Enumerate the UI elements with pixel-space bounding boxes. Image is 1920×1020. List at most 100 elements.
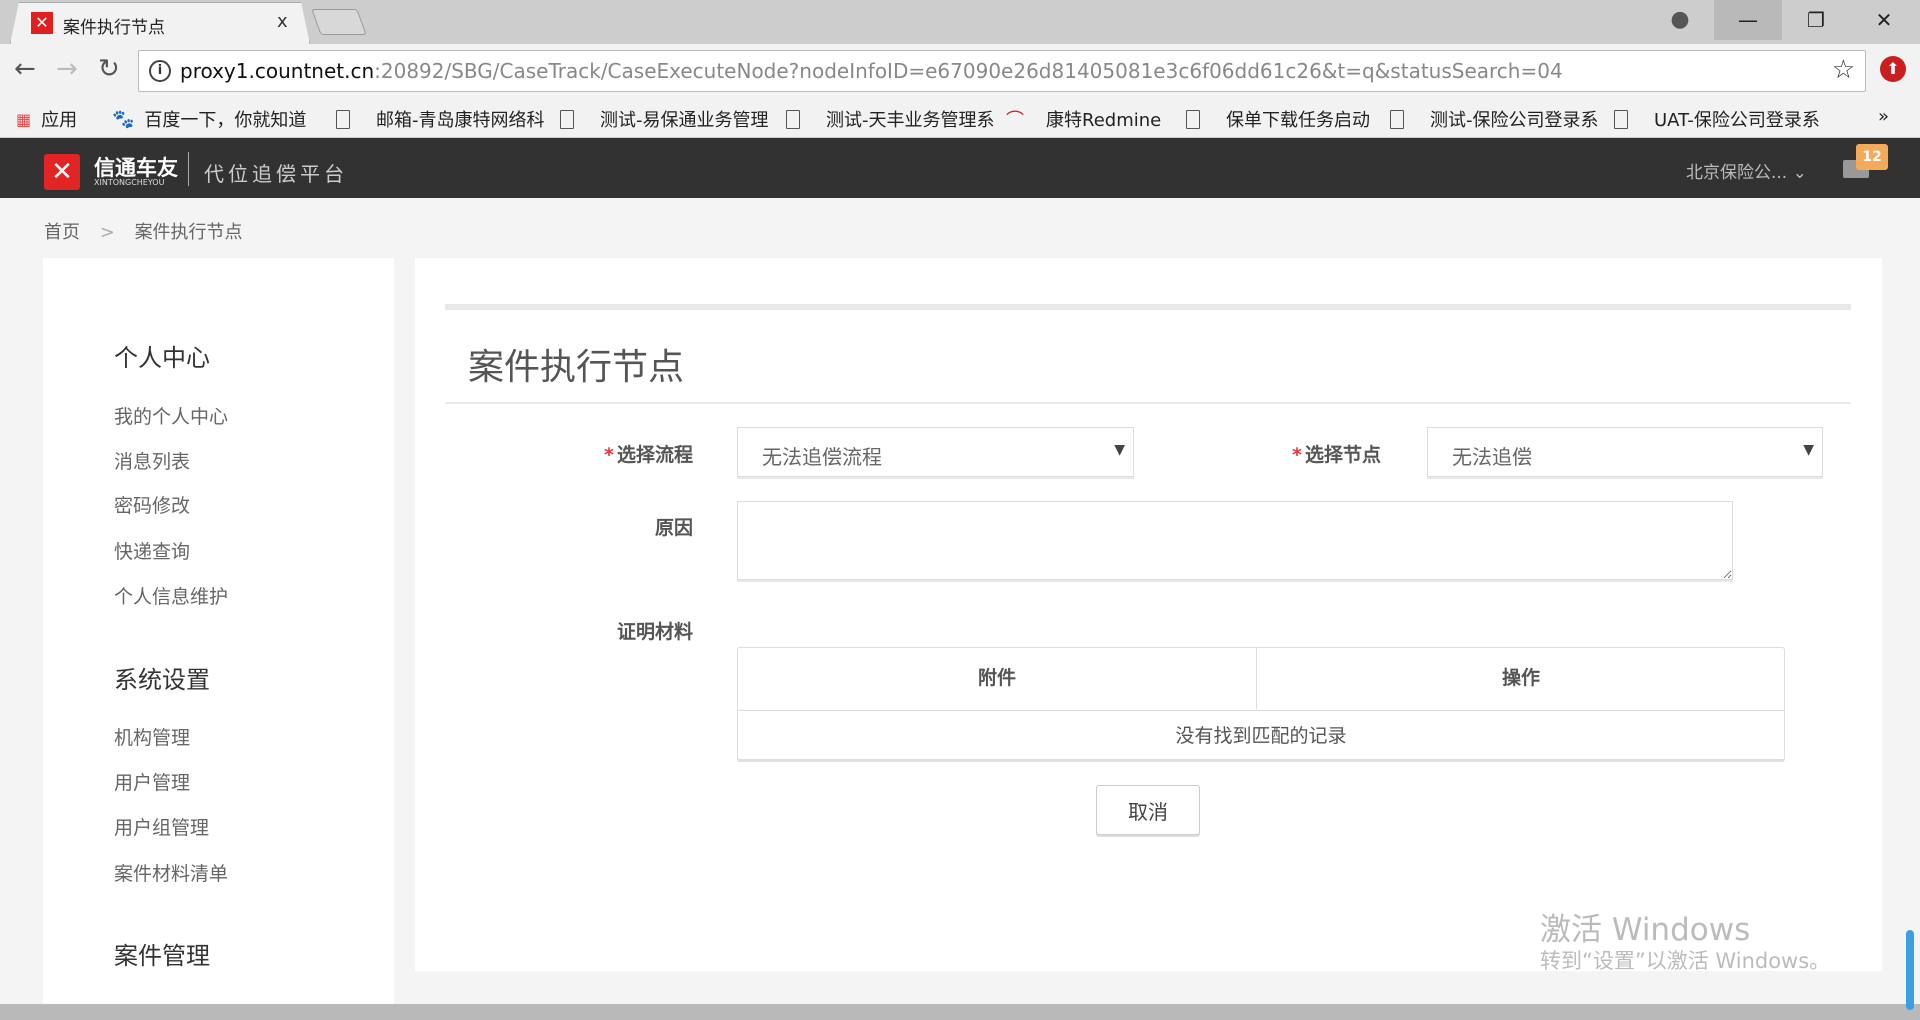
reason-label: 原因 [654,517,693,539]
top-divider [445,304,1851,310]
url-host: proxy1.countnet.cn [180,59,375,83]
column-header-action: 操作 [1501,667,1540,689]
org-dropdown[interactable]: 北京保险公... ⌄ [1686,158,1807,183]
bookmarks-bar: ▦ 应用 🐾 百度一下，你就知道 邮箱-青岛康特网络科 测试-易保通业务管理 测试-… [0,96,1920,138]
sidebar-item-materials[interactable]: 案件材料清单 [114,859,228,886]
url-path: :20892/SBG/CaseTrack/CaseExecuteNode?nod… [374,59,1563,83]
empty-table-message: 没有找到匹配的记录 [738,710,1784,760]
dropdown-arrow-icon: ▼ [1114,442,1125,458]
bookmark-item[interactable]: UAT-保险公司登录系 [1614,106,1820,132]
sidebar-item-express[interactable]: 快递查询 [114,537,190,564]
node-select[interactable]: 无法追偿 ▼ [1427,427,1823,477]
bookmark-item[interactable]: 测试-天丰业务管理系 [786,106,995,132]
vertical-scrollbar-thumb[interactable] [1906,930,1914,1010]
back-icon[interactable]: ← [14,54,36,84]
bookmark-label: 邮箱-青岛康特网络科 [376,110,545,131]
sidebar-item-messages[interactable]: 消息列表 [114,447,190,474]
reload-icon[interactable]: ↻ [98,54,120,84]
bookmark-item[interactable]: 🐾 百度一下，你就知道 [112,106,306,132]
horizontal-scrollbar[interactable] [0,1004,1920,1020]
bookmark-item[interactable]: 保单下载任务启动 [1186,106,1370,132]
browser-tab-bar: ✕ 案件执行节点 x ● — ❐ ✕ [0,0,1920,44]
bookmark-apps[interactable]: ▦ 应用 [16,106,77,132]
breadcrumb-current: 案件执行节点 [134,222,243,243]
page-icon [1614,109,1628,129]
mail-count-badge: 12 [1856,144,1888,170]
browser-toolbar: ← → ↻ i proxy1.countnet.cn:20892/SBG/Cas… [0,44,1920,96]
browser-tab[interactable]: ✕ 案件执行节点 x [10,2,310,44]
proof-table: 附件 操作 没有找到匹配的记录 [737,647,1785,760]
page-icon [1186,109,1200,129]
breadcrumb-separator: > [99,222,115,243]
bookmark-item[interactable]: 测试-易保通业务管理 [560,106,769,132]
breadcrumb-home[interactable]: 首页 [44,222,80,243]
info-icon[interactable]: i [149,60,171,82]
bookmark-label: 保单下载任务启动 [1226,110,1370,131]
minimize-button[interactable]: — [1714,0,1782,40]
page-icon [786,109,800,129]
title-divider [445,402,1851,404]
flow-label: * 选择流程 [493,440,693,467]
reason-textarea[interactable] [737,501,1733,580]
bookmark-label: UAT-保险公司登录系 [1654,110,1820,131]
required-mark: * [1292,444,1302,466]
tab-close-icon[interactable]: x [277,11,288,32]
profile-icon[interactable]: ● [1646,0,1714,40]
bookmark-label: 测试-易保通业务管理 [600,110,769,131]
required-mark: * [604,444,614,466]
sidebar: 个人中心 我的个人中心 消息列表 密码修改 快递查询 个人信息维护 系统设置 机… [43,258,394,1004]
close-window-button[interactable]: ✕ [1850,0,1918,40]
dropdown-arrow-icon: ▼ [1803,442,1814,458]
bookmark-label: 百度一下，你就知道 [144,110,307,131]
redmine-icon: ⌒ [1006,110,1024,131]
column-header-attachment: 附件 [738,648,1257,709]
new-tab-button[interactable] [311,9,367,35]
sidebar-item-password[interactable]: 密码修改 [114,491,190,518]
windows-activation-hint: 转到“设置”以激活 Windows。 [1540,949,1831,973]
chevron-down-icon: ⌄ [1792,163,1807,183]
org-name: 北京保险公... [1686,163,1788,183]
sidebar-item-my-center[interactable]: 我的个人中心 [114,402,228,429]
bookmarks-more[interactable]: » [1878,106,1889,127]
sidebar-item-user-groups[interactable]: 用户组管理 [114,813,209,840]
sidebar-group-personal: 个人中心 [114,344,210,372]
forward-icon[interactable]: → [56,54,78,84]
sidebar-group-cases: 案件管理 [114,942,210,970]
bookmark-label: 测试-天丰业务管理系 [826,110,995,131]
sidebar-item-org[interactable]: 机构管理 [114,723,190,750]
page-icon [1390,109,1404,129]
flow-select[interactable]: 无法追偿流程 ▼ [737,427,1134,477]
node-select-value: 无法追偿 [1452,445,1532,469]
bookmark-label: 测试-保险公司登录系 [1430,110,1599,131]
breadcrumb: 首页 > 案件执行节点 [44,218,257,244]
node-label: * 选择节点 [1181,440,1381,467]
address-bar[interactable]: i proxy1.countnet.cn:20892/SBG/CaseTrack… [138,50,1866,92]
page-icon [336,109,350,129]
logo-icon[interactable]: ✕ [44,154,80,190]
baidu-icon: 🐾 [112,108,135,130]
url-text: proxy1.countnet.cn:20892/SBG/CaseTrack/C… [180,59,1563,83]
bookmark-star-icon[interactable]: ☆ [1832,55,1855,85]
extension-icon[interactable]: ⬆ [1880,56,1906,82]
app-header: ✕ 信通车友 XINTONGCHEYOU 代位追偿平台 北京保险公... ⌄ 1… [0,138,1920,198]
bookmark-label: 应用 [41,110,78,131]
brand-subtitle: XINTONGCHEYOU [94,178,165,187]
flow-select-value: 无法追偿流程 [762,445,882,469]
sidebar-group-system: 系统设置 [114,666,210,694]
cancel-button[interactable]: 取消 [1096,785,1200,835]
apps-grid-icon: ▦ [16,109,32,129]
sidebar-item-profile[interactable]: 个人信息维护 [114,582,228,609]
bookmark-label: 康特Redmine [1046,110,1162,131]
bookmark-item[interactable]: 测试-保险公司登录系 [1390,106,1599,132]
main-panel: 案件执行节点 * 选择流程 无法追偿流程 ▼ * 选择节点 无法追偿 ▼ 原因 证明材料… [415,258,1882,971]
windows-activation-watermark: 激活 Windows [1540,912,1751,948]
node-label-text: 选择节点 [1304,444,1381,466]
restore-button[interactable]: ❐ [1782,0,1850,40]
page-icon [560,109,574,129]
flow-label-text: 选择流程 [616,444,693,466]
bookmark-item[interactable]: ⌒ 康特Redmine [1006,106,1161,132]
page-title: 案件执行节点 [468,347,685,388]
logo-divider [188,152,189,186]
sidebar-item-users[interactable]: 用户管理 [114,768,190,795]
bookmark-item[interactable]: 邮箱-青岛康特网络科 [336,106,545,132]
